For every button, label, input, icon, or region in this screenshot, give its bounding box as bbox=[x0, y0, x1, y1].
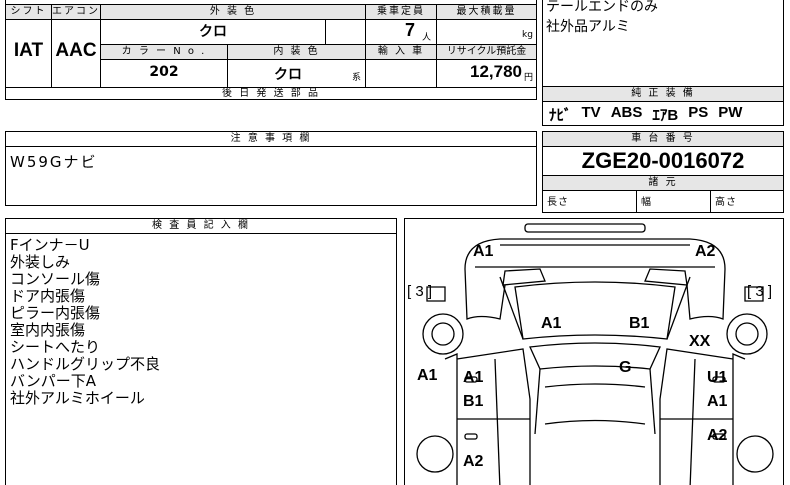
mark-roof-g: G bbox=[619, 359, 632, 376]
equipment-item: ｴｱB bbox=[652, 107, 679, 124]
interior-color-header: 内 装 色 bbox=[228, 45, 365, 59]
mark-right-bracket: [ 3 ] bbox=[747, 283, 773, 300]
equipment-item: ﾅﾋﾞ bbox=[549, 107, 572, 124]
inspector-line: バンパー下A bbox=[10, 372, 97, 390]
interior-color-unit: 系 bbox=[352, 73, 362, 83]
chassis-box: 車 台 番 号 ZGE20-0016072 諸 元 長さ 幅 高さ bbox=[542, 131, 784, 213]
inspector-line: ドア内張傷 bbox=[10, 287, 86, 305]
shift-header: シフト bbox=[6, 5, 51, 19]
interior-color-value: クロ bbox=[274, 67, 302, 83]
inspector-header: 検 査 員 記 入 欄 bbox=[6, 219, 396, 233]
inspector-box: 検 査 員 記 入 欄 Fインナ－U 外装しみ コンソール傷 ドア内張傷 ピラー… bbox=[5, 218, 397, 485]
max-load-header: 最大積載量 bbox=[437, 5, 536, 19]
equipment-item: PW bbox=[718, 104, 743, 121]
capacity-value: 7 bbox=[404, 20, 415, 40]
equipment-item: ABS bbox=[610, 104, 643, 121]
length-label: 長さ bbox=[547, 197, 569, 208]
shift-value: IAT bbox=[13, 40, 44, 61]
inspector-line: Fインナ－U bbox=[10, 236, 90, 254]
chassis-header: 車 台 番 号 bbox=[543, 132, 783, 146]
post-parts-header: 後 日 発 送 部 品 bbox=[6, 88, 536, 99]
recycle-value: 12,780 bbox=[470, 62, 522, 81]
mark-left-rear-a2: A2 bbox=[463, 453, 484, 470]
height-label: 高さ bbox=[715, 197, 737, 208]
inspector-line: 社外アルミホイール bbox=[10, 389, 145, 407]
inspector-line: 外装しみ bbox=[10, 253, 71, 271]
inspector-line: ハンドルグリップ不良 bbox=[10, 355, 161, 373]
mark-right-u1: U1 bbox=[707, 369, 728, 386]
top-right-line-2: 社外品アルミ bbox=[546, 19, 630, 35]
color-no-header: カ ラ ー N o . bbox=[101, 45, 227, 59]
capacity-unit: 人 bbox=[422, 33, 432, 43]
inspector-line: 室内内張傷 bbox=[10, 321, 86, 339]
mark-hood-left: A1 bbox=[541, 315, 562, 332]
car-outline-drawing bbox=[416, 223, 774, 485]
mark-left-bracket: [ 3 ] bbox=[407, 283, 433, 300]
equipment-item: TV bbox=[581, 104, 601, 121]
car-diagram: A1 A2 [ 3 ] [ 3 ] A1 B1 XX G A1 A1 B1 U1… bbox=[404, 218, 784, 485]
inspector-line: コンソール傷 bbox=[10, 270, 101, 288]
capacity-header: 乗車定員 bbox=[366, 5, 436, 19]
notes-text: W59Gナビ bbox=[10, 153, 98, 171]
import-header: 輸 入 車 bbox=[366, 45, 436, 59]
inspector-line: シートへたり bbox=[10, 338, 101, 356]
recycle-header: リサイクル預託金 bbox=[437, 45, 536, 59]
inspector-line: ピラー内張傷 bbox=[10, 304, 101, 322]
mark-hood-right: B1 bbox=[629, 315, 650, 332]
notes-box: 注 意 事 項 欄 W59Gナビ bbox=[5, 131, 537, 206]
equipment-item: PS bbox=[688, 104, 709, 121]
mark-left-door-b1: B1 bbox=[463, 393, 484, 410]
mark-front-right: A2 bbox=[695, 243, 716, 260]
mark-left-door-a1: A1 bbox=[463, 369, 484, 386]
aircon-header: エアコン bbox=[52, 5, 100, 19]
mark-front-left: A1 bbox=[473, 243, 494, 260]
mark-right-a2: A2 bbox=[707, 427, 728, 444]
inspector-lines: Fインナ－U 外装しみ コンソール傷 ドア内張傷 ピラー内張傷 室内内張傷 シー… bbox=[10, 237, 160, 407]
mark-right-a1: A1 bbox=[707, 393, 728, 410]
exterior-color-header: 外 装 色 bbox=[101, 5, 365, 19]
aircon-value: AAC bbox=[55, 40, 97, 61]
top-right-notes: テールエンドのみ 社外品アルミ bbox=[542, 0, 784, 87]
notes-header: 注 意 事 項 欄 bbox=[6, 132, 536, 146]
max-load-unit: kg bbox=[522, 30, 533, 40]
specs-header: 諸 元 bbox=[543, 176, 783, 190]
width-label: 幅 bbox=[641, 197, 652, 208]
mark-left-side: A1 bbox=[417, 367, 438, 384]
equipment-box: 純 正 装 備 ﾅﾋﾞ TV ABS ｴｱB PS PW bbox=[542, 86, 784, 126]
color-no-value: 202 bbox=[149, 64, 179, 80]
exterior-color-value: クロ bbox=[199, 24, 227, 40]
equipment-header: 純 正 装 備 bbox=[543, 87, 783, 101]
recycle-unit: 円 bbox=[524, 73, 534, 83]
chassis-number: ZGE20-0016072 bbox=[581, 148, 745, 173]
mark-right-xx: XX bbox=[689, 333, 711, 350]
equipment-list: ﾅﾋﾞ TV ABS ｴｱB PS PW bbox=[549, 104, 781, 125]
top-right-line-1: テールエンドのみ bbox=[546, 0, 658, 15]
